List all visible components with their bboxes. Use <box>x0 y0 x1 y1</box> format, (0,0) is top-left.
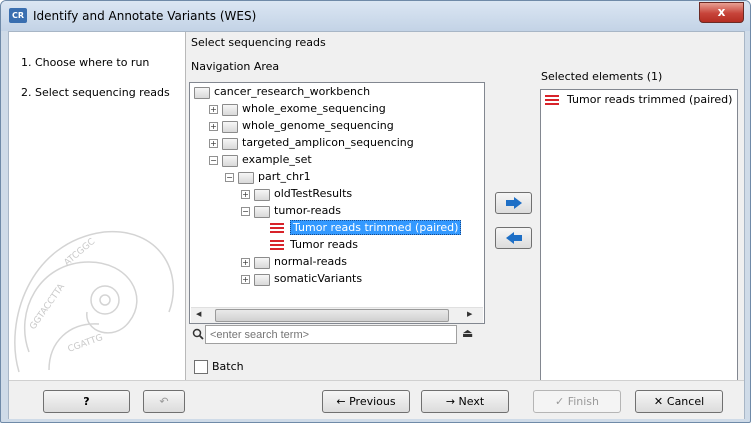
sequence-list-icon <box>270 240 284 251</box>
section-title: Select sequencing reads <box>191 36 326 49</box>
expand-icon[interactable]: + <box>241 275 250 284</box>
expand-icon[interactable]: + <box>241 190 250 199</box>
cancel-button[interactable]: ✕ Cancel <box>635 390 723 413</box>
finish-button[interactable]: ✓ Finish <box>533 390 621 413</box>
folder-open-icon <box>222 155 238 167</box>
wizard-steps-panel: 1. Choose where to run 2. Select sequenc… <box>9 32 186 380</box>
decorative-swirl-graphic: ATCGGC GGTACCTTA CGATTG <box>14 230 174 373</box>
arrow-left-icon <box>505 232 522 244</box>
collapse-icon[interactable]: − <box>225 173 234 182</box>
batch-label: Batch <box>212 360 244 373</box>
tree-item-folder[interactable]: − part_chr1 <box>190 169 484 186</box>
tree-item-label: example_set <box>242 153 312 166</box>
tree-item-folder[interactable]: + targeted_amplicon_sequencing <box>190 135 484 152</box>
search-options-icon[interactable]: ⏏ <box>462 326 473 340</box>
folder-icon <box>222 104 238 116</box>
collapse-icon[interactable]: − <box>209 156 218 165</box>
tree-item-folder[interactable]: + whole_genome_sequencing <box>190 118 484 135</box>
folder-icon <box>254 189 270 201</box>
tree-item-folder[interactable]: cancer_research_workbench <box>190 84 484 101</box>
tree-item-reads[interactable]: Tumor reads trimmed (paired) <box>190 220 484 237</box>
expand-icon[interactable]: + <box>209 122 218 131</box>
svg-text:ATCGGC: ATCGGC <box>63 237 98 268</box>
tree-item-label: somaticVariants <box>274 272 363 285</box>
dialog-window: CR Identify and Annotate Variants (WES) … <box>0 0 751 423</box>
navigation-tree[interactable]: cancer_research_workbench + whole_exome_se… <box>189 82 485 324</box>
sequence-list-icon <box>270 223 284 234</box>
undo-icon: ↶ <box>159 395 169 408</box>
cancel-x-icon: ✕ <box>653 395 667 408</box>
remove-from-selected-button[interactable] <box>495 227 532 249</box>
tree-item-label: cancer_research_workbench <box>214 85 371 98</box>
tree-item-label: Tumor reads trimmed (paired) <box>290 220 462 235</box>
tree-item-folder[interactable]: + whole_exome_sequencing <box>190 101 484 118</box>
next-button[interactable]: → Next <box>421 390 509 413</box>
batch-checkbox[interactable] <box>194 360 208 374</box>
folder-open-icon <box>254 206 270 218</box>
help-label: ? <box>83 395 90 408</box>
tree-item-label: whole_genome_sequencing <box>242 119 394 132</box>
tree-item-folder[interactable]: + normal-reads <box>190 254 484 271</box>
expand-icon[interactable]: + <box>241 258 250 267</box>
selected-elements-list[interactable]: Tumor reads trimmed (paired) <box>540 89 738 381</box>
tree-item-label: oldTestResults <box>274 187 353 200</box>
next-label: Next <box>458 395 485 408</box>
help-button[interactable]: ? <box>43 390 130 413</box>
undo-button[interactable]: ↶ <box>143 390 185 413</box>
step-choose-where-to-run: 1. Choose where to run <box>21 56 150 69</box>
tree-item-folder[interactable]: + somaticVariants <box>190 271 484 288</box>
previous-button[interactable]: ← Previous <box>322 390 410 413</box>
folder-icon <box>222 121 238 133</box>
scroll-right-arrow-icon[interactable]: ▶ <box>467 310 472 318</box>
check-icon: ✓ <box>554 395 568 408</box>
tree-item-label: Tumor reads <box>290 238 358 251</box>
wizard-button-bar: ? ↶ ← Previous → Next ✓ Finish ✕ Cancel <box>9 380 744 419</box>
step-select-sequencing-reads: 2. Select sequencing reads <box>21 86 170 99</box>
tree-horizontal-scrollbar[interactable]: ◀ ▶ <box>191 307 483 323</box>
title-bar[interactable]: CR Identify and Annotate Variants (WES) … <box>1 1 750 31</box>
tree-item-folder[interactable]: − tumor-reads <box>190 203 484 220</box>
dialog-body: 1. Choose where to run 2. Select sequenc… <box>8 31 745 419</box>
selected-element-label: Tumor reads trimmed (paired) <box>567 93 733 106</box>
finish-label: Finish <box>567 395 600 408</box>
tree-item-reads[interactable]: Tumor reads <box>190 237 484 254</box>
arrow-right-icon: → <box>445 395 459 408</box>
cancel-label: Cancel <box>666 395 705 408</box>
search-icon[interactable] <box>192 328 206 343</box>
folder-icon <box>254 257 270 269</box>
folder-icon <box>254 274 270 286</box>
arrow-right-icon <box>505 197 522 209</box>
tree-item-label: targeted_amplicon_sequencing <box>242 136 414 149</box>
scroll-left-arrow-icon[interactable]: ◀ <box>196 310 201 318</box>
window-title: Identify and Annotate Variants (WES) <box>33 9 257 23</box>
selected-elements-label: Selected elements (1) <box>541 70 663 83</box>
svg-text:CGATTG: CGATTG <box>67 333 105 355</box>
tree-item-label: part_chr1 <box>258 170 311 183</box>
svg-text:GGTACCTTA: GGTACCTTA <box>28 282 67 332</box>
app-icon: CR <box>9 8 27 23</box>
close-button[interactable]: x <box>699 2 744 23</box>
previous-label: Previous <box>349 395 396 408</box>
tree-item-folder[interactable]: + oldTestResults <box>190 186 484 203</box>
tree-item-label: whole_exome_sequencing <box>242 102 386 115</box>
tree-item-label: tumor-reads <box>274 204 342 217</box>
folder-open-icon <box>238 172 254 184</box>
tree-item-label: normal-reads <box>274 255 348 268</box>
sequence-list-icon <box>545 95 559 106</box>
tree-item-folder[interactable]: − example_set <box>190 152 484 169</box>
add-to-selected-button[interactable] <box>495 192 532 214</box>
expand-icon[interactable]: + <box>209 139 218 148</box>
folder-open-icon <box>194 87 210 99</box>
arrow-left-icon: ← <box>336 395 350 408</box>
search-input[interactable] <box>205 325 457 344</box>
collapse-icon[interactable]: − <box>241 207 250 216</box>
tree-hscroll-thumb[interactable] <box>215 309 449 322</box>
folder-icon <box>222 138 238 150</box>
expand-icon[interactable]: + <box>209 105 218 114</box>
navigation-area-label: Navigation Area <box>191 60 280 73</box>
